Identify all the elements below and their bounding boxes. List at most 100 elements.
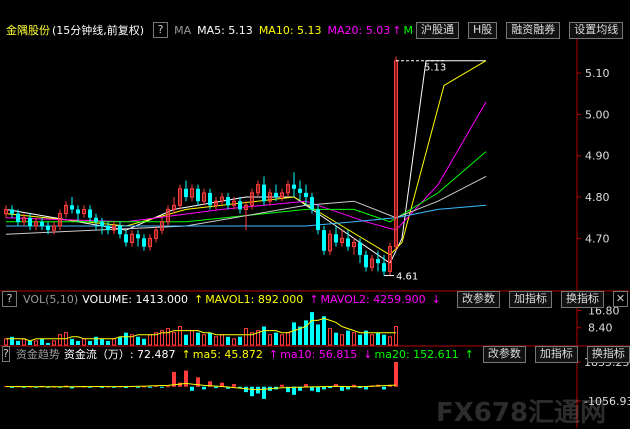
volume-bars [4,312,398,346]
volume-bar [382,334,386,345]
volume-bar [100,338,104,345]
flow-label: 资金趋势 [15,348,60,361]
volume-bar [232,338,236,346]
flow-bar [382,386,386,390]
candle-body [136,234,140,239]
candle-body [94,217,98,222]
volume-bar [76,340,80,345]
flow-ma20-value: ma20: 152.611 [374,347,459,361]
volume-bar [286,332,290,346]
volume-bar [274,332,278,345]
flow-ma5-arrow: ↑ [181,347,191,361]
flow-change-param[interactable]: 改参数 [482,345,526,363]
volume-bar [196,332,200,345]
price-ticks: 5.10 5.00 4.90 4.80 4.70 [577,67,610,245]
volume-bar [178,326,182,346]
candles [4,56,398,276]
vol-switch-indicator[interactable]: 换指标 [561,290,604,308]
mavol2-value: MAVOL2: 4259.900 [320,292,426,306]
flow-bar [364,386,368,390]
volume-bar [34,340,38,346]
flow-bar [250,386,254,397]
flow-bar [304,384,308,387]
candle-body [364,254,368,268]
flow-bar [262,386,266,399]
ma20-value: MA20: 5.03 [327,23,391,37]
candle-body [208,192,212,206]
volume-bar [244,328,248,346]
ma20-arrow: ↑ [392,23,402,37]
volume-bar [262,326,266,345]
button-set-ma[interactable]: 设置均线 [569,21,624,39]
candle-body [376,259,380,264]
watermark-logo: FX678汇通网 [436,398,607,428]
vol-label: VOL(5,10) [23,292,79,306]
volume-bar [328,328,332,346]
volume-bar [370,334,374,346]
flow-switch-indicator[interactable]: 换指标 [586,345,630,363]
flow-bar [190,386,194,391]
volume-bar [82,338,86,346]
vol-change-param[interactable]: 改参数 [457,290,500,308]
volume-bar [142,338,146,345]
flow-ma20-arrow: ↑ [464,347,474,361]
help-icon[interactable]: ? [153,22,169,38]
volume-bar [268,334,272,346]
volume-bar [322,316,326,345]
ma-more: M [403,23,413,37]
flow-ma10-down: ↓ [363,347,373,361]
volume-bar [280,334,284,346]
volume-bar [172,332,176,346]
button-margin[interactable]: 融资融券 [506,21,561,39]
button-hshare[interactable]: H股 [467,21,498,39]
vol-close-icon[interactable]: ✕ [613,291,628,307]
stock-title: 金隅股份 [6,24,50,37]
volume-bar [112,338,116,346]
volume-bar [310,312,314,345]
candle-body [226,197,230,206]
flow-value: 资金流（万）: 72.487 [63,348,176,361]
vol-header: ? VOL(5,10) VOLUME: 1413.000 ↑ MAVOL1: 8… [0,290,630,308]
mavol1-arrow: ↑ [193,292,204,306]
volume-bar [4,338,8,346]
candle-body [358,242,362,255]
volume-bar [10,336,14,345]
price-tick-label: 5.10 [585,67,610,80]
flow-bar [160,386,164,388]
mavol2-down: ↓ [431,292,441,306]
flow-add-indicator[interactable]: 加指标 [534,345,578,363]
volume-bar [124,332,128,345]
volume-bar [46,342,50,345]
vol-add-indicator[interactable]: 加指标 [509,290,552,308]
flow-bar [136,386,140,388]
flow-bar [214,386,218,389]
volume-bar [316,324,320,345]
candle-body [262,184,266,202]
volume-value: VOLUME: 1413.000 [82,292,188,306]
volume-bar [220,334,224,346]
volume-bar [22,338,26,346]
mavol1-value: MAVOL1: 892.000 [205,292,304,306]
volume-bar [352,332,356,346]
low-annotation-label: 4.61 [396,272,418,283]
flow-bar [184,370,188,387]
volume-bar [238,336,242,345]
volume-bar [166,328,170,346]
price-tick-label: 4.80 [585,191,610,204]
candle-body [40,221,44,226]
volume-bar [190,330,194,346]
vol-help-icon[interactable]: ? [2,291,17,307]
flow-bar [322,386,326,390]
candle-body [10,209,14,214]
candle-body [28,217,32,226]
volume-bar [292,322,296,345]
volume-bar [376,332,380,345]
candle-body [238,201,242,210]
flow-help-icon[interactable]: ? [2,346,10,362]
price-header: 金隅股份 (15分钟线,前复权) ? MA MA5: 5.13 MA10: 5.… [0,21,630,39]
button-hgt[interactable]: 沪股通 [415,21,459,39]
volume-bar [58,334,62,346]
candle-body [70,205,74,210]
flow-bar [340,386,344,391]
period-label: (15分钟线,前复权) [52,24,145,37]
